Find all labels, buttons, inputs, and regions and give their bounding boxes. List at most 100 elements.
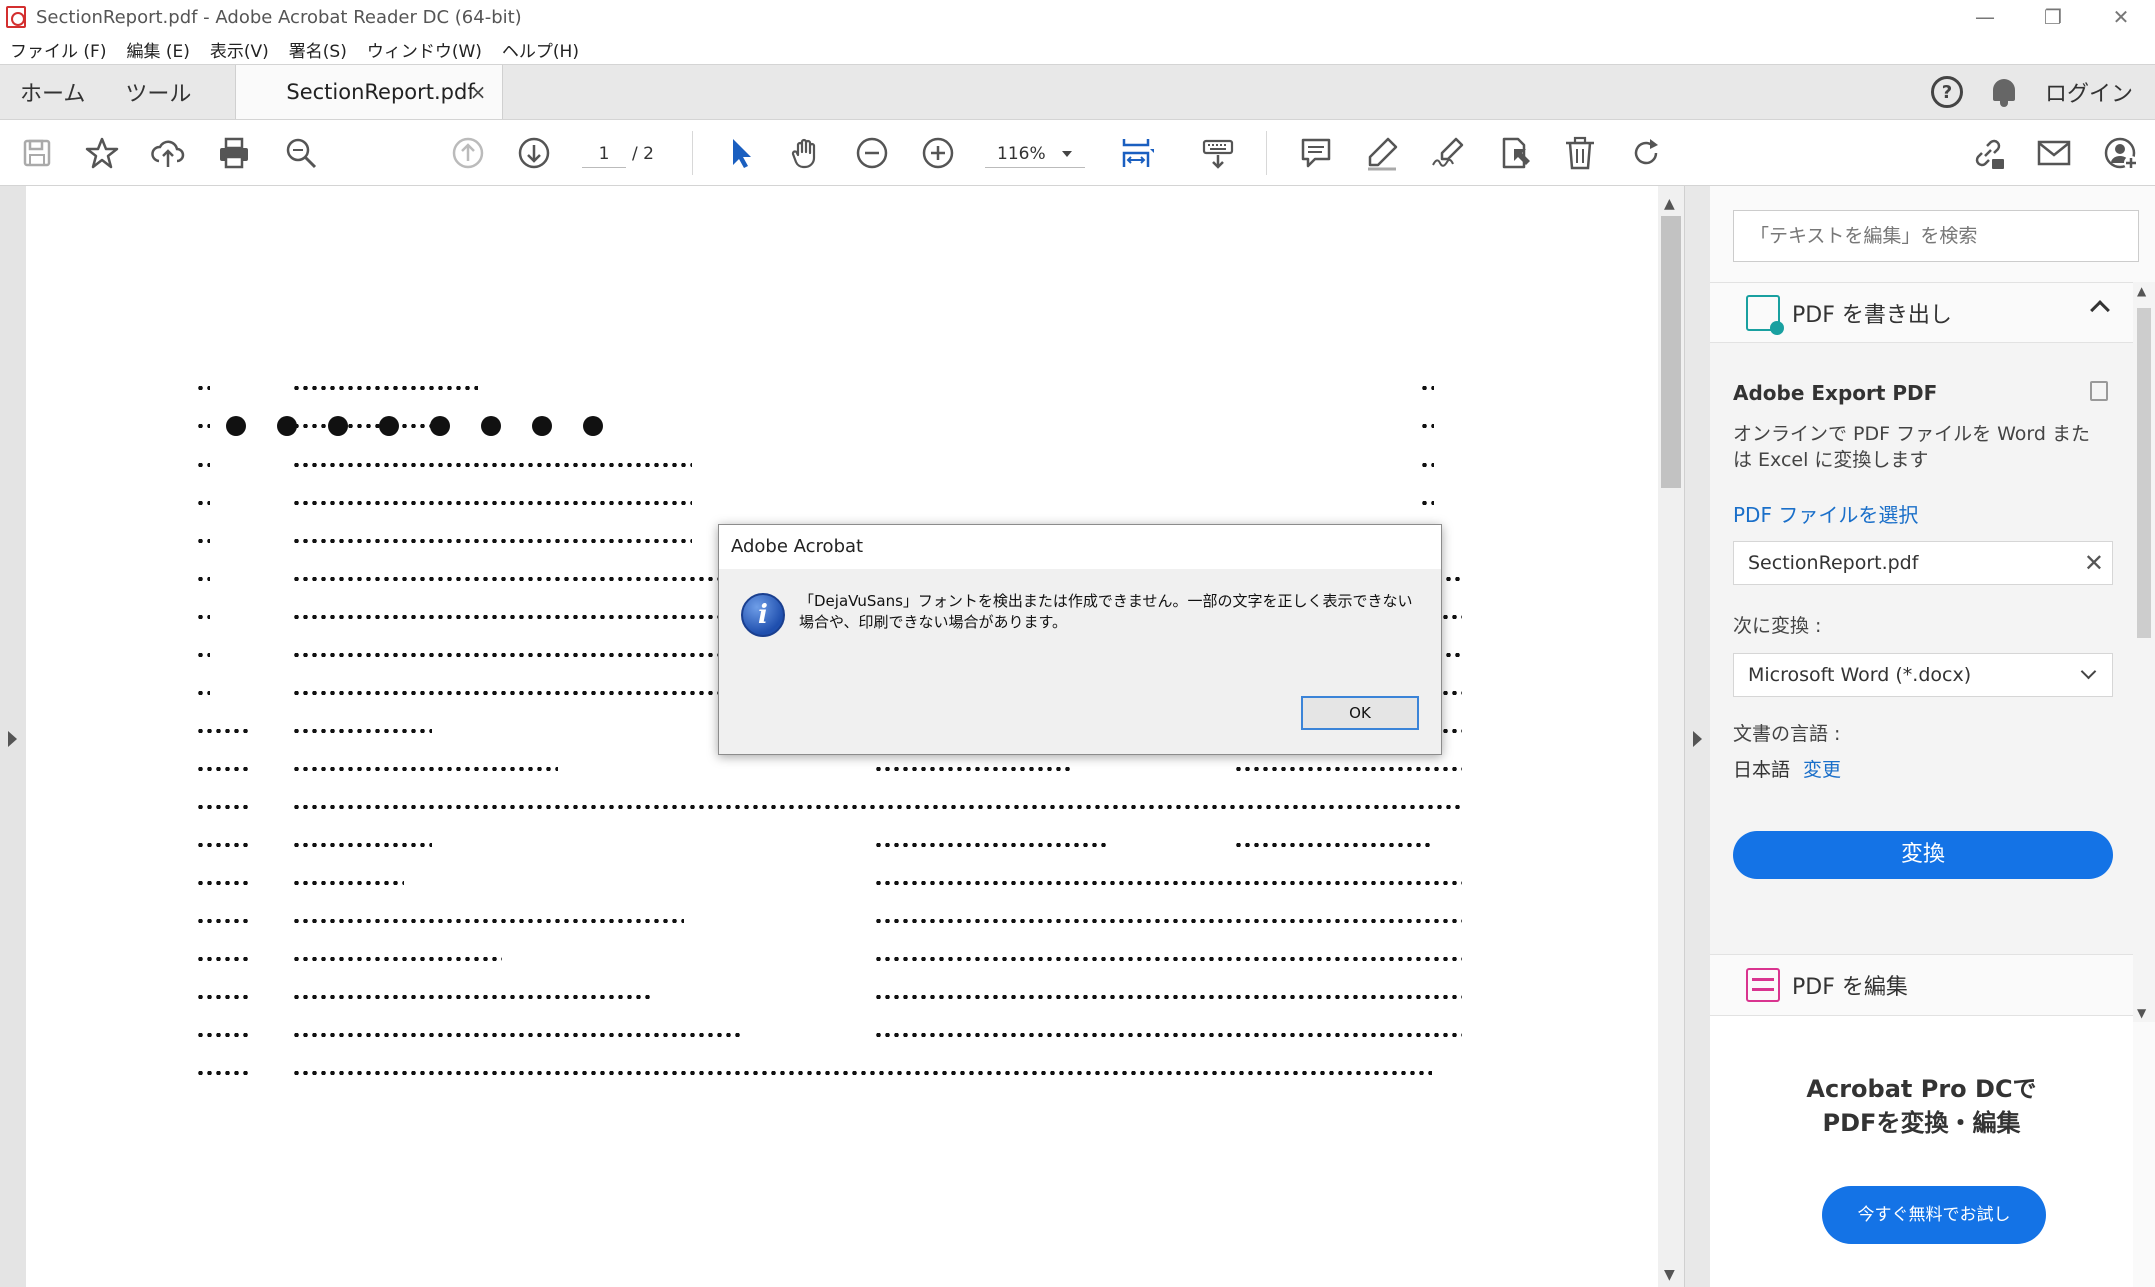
menu-view[interactable]: 表示(V) xyxy=(200,37,279,62)
clear-file-icon[interactable]: ✕ xyxy=(2084,542,2104,584)
search-zoom-icon[interactable] xyxy=(281,133,321,173)
link-icon[interactable] xyxy=(1968,133,2008,173)
change-language-link[interactable]: 変更 xyxy=(1803,755,1841,782)
glyph-dot-row xyxy=(196,386,210,390)
comment-icon[interactable] xyxy=(1296,133,1336,173)
glyph-dot-row xyxy=(292,501,692,505)
convert-button[interactable]: 変換 xyxy=(1733,831,2113,879)
selected-file-field[interactable]: SectionReport.pdf ✕ xyxy=(1733,541,2113,585)
login-link[interactable]: ログイン xyxy=(2045,76,2133,108)
panel-scrollbar-thumb[interactable] xyxy=(2137,308,2151,638)
document-language-label: 文書の言語 : xyxy=(1733,723,1841,745)
glyph-dot-row xyxy=(1234,843,1430,847)
glyph-dot-row xyxy=(196,995,248,999)
document-scrollbar[interactable]: ▲ ▼ xyxy=(1658,186,1684,1287)
left-panel-toggle[interactable] xyxy=(0,186,26,1287)
page-total-label: / 2 xyxy=(632,144,654,164)
glyph-dot-row xyxy=(1420,386,1434,390)
close-window-button[interactable]: ✕ xyxy=(2087,0,2155,34)
glyph-dot-row xyxy=(874,919,1462,923)
glyph-dot-row xyxy=(196,691,210,695)
convert-to-label: 次に変換 : xyxy=(1733,615,1822,637)
help-icon[interactable]: ? xyxy=(1930,76,1963,108)
glyph-dot-row xyxy=(1420,463,1434,467)
add-user-icon[interactable] xyxy=(2100,133,2140,173)
tool-search-input[interactable]: 「テキストを編集」を検索 xyxy=(1733,210,2139,262)
menu-edit[interactable]: 編集 (E) xyxy=(116,37,199,62)
glyph-dot-row xyxy=(1420,501,1434,505)
select-cursor-icon[interactable] xyxy=(720,133,760,173)
star-icon[interactable] xyxy=(82,133,122,173)
right-panel-toggle[interactable] xyxy=(1684,186,1710,1287)
promo-title: Acrobat Pro DCで PDFを変換・編集 xyxy=(1710,1072,2133,1140)
collapse-chevron-icon[interactable] xyxy=(2090,300,2110,320)
mail-icon[interactable] xyxy=(2034,133,2074,173)
upload-icon[interactable] xyxy=(148,133,188,173)
menu-help[interactable]: ヘルプ(H) xyxy=(492,37,589,62)
page-up-icon[interactable] xyxy=(448,133,488,173)
free-trial-button[interactable]: 今すぐ無料でお試し xyxy=(1822,1186,2046,1244)
dialog-title: Adobe Acrobat xyxy=(719,525,1441,569)
panel-scroll-up-icon[interactable]: ▲ xyxy=(2137,284,2146,298)
restore-button[interactable]: ❐ xyxy=(2019,0,2087,34)
export-pdf-section-header[interactable]: PDF を書き出し xyxy=(1710,282,2133,342)
scrollbar-thumb[interactable] xyxy=(1661,216,1681,488)
selected-file-name: SectionReport.pdf xyxy=(1748,552,1919,574)
keyboard-icon[interactable] xyxy=(1198,133,1238,173)
tab-home[interactable]: ホーム xyxy=(0,65,105,119)
scroll-up-icon[interactable]: ▲ xyxy=(1664,196,1675,212)
zoom-dropdown-icon[interactable] xyxy=(1062,151,1072,157)
zoom-in-icon[interactable] xyxy=(918,133,958,173)
stamp-icon[interactable] xyxy=(1494,133,1534,173)
tab-tools[interactable]: ツール xyxy=(105,65,211,119)
document-tab-label: SectionReport.pdf xyxy=(286,80,475,104)
window-title: SectionReport.pdf - Adobe Acrobat Reader… xyxy=(36,6,522,28)
glyph-dot-row xyxy=(292,691,746,695)
glyph-dot-row xyxy=(196,881,248,885)
hand-icon[interactable] xyxy=(786,133,826,173)
fit-page-icon[interactable] xyxy=(1116,133,1156,173)
glyph-dot-row xyxy=(196,1033,248,1037)
menu-window[interactable]: ウィンドウ(W) xyxy=(357,37,492,62)
format-select[interactable]: Microsoft Word (*.docx) xyxy=(1733,653,2113,697)
tab-document[interactable]: SectionReport.pdf × xyxy=(235,65,504,119)
notification-bell-icon[interactable] xyxy=(1991,77,2017,107)
page-number-input[interactable]: 1 xyxy=(582,140,626,168)
menu-file[interactable]: ファイル (F) xyxy=(0,37,116,62)
glyph-dot-row xyxy=(292,805,1462,809)
collapse-right-panel-icon[interactable] xyxy=(1693,731,1702,747)
ok-button[interactable]: OK xyxy=(1301,696,1419,730)
save-icon[interactable] xyxy=(17,133,57,173)
delete-icon[interactable] xyxy=(1560,133,1600,173)
close-tab-icon[interactable]: × xyxy=(470,80,487,104)
glyph-dot-row xyxy=(196,615,210,619)
scroll-down-icon[interactable]: ▼ xyxy=(1664,1267,1675,1283)
glyph-dot-row xyxy=(874,957,1462,961)
tab-bar-actions: ? ログイン xyxy=(1930,65,2155,119)
glyph-dot-row xyxy=(196,501,210,505)
glyph-dot-row xyxy=(196,1071,248,1075)
glyph-dot-row xyxy=(196,843,248,847)
right-panel-scrollbar[interactable]: ▲ ▼ xyxy=(2133,282,2155,1022)
glyph-dot-row xyxy=(196,729,248,733)
highlight-icon[interactable] xyxy=(1362,133,1402,173)
acrobat-app-icon xyxy=(6,6,26,28)
edit-pdf-title: PDF を編集 xyxy=(1792,975,1908,1000)
menu-sign[interactable]: 署名(S) xyxy=(279,37,357,62)
glyph-dot-row xyxy=(292,1071,1432,1075)
minimize-button[interactable]: — xyxy=(1951,0,2019,34)
print-icon[interactable] xyxy=(214,133,254,173)
rotate-icon[interactable] xyxy=(1626,133,1666,173)
acrobat-pro-promo: Acrobat Pro DCで PDFを変換・編集 今すぐ無料でお試し xyxy=(1710,1016,2133,1287)
edit-pdf-section-header[interactable]: PDF を編集 xyxy=(1710,954,2133,1016)
glyph-dot-row xyxy=(196,539,210,543)
glyph-dot-row xyxy=(292,919,684,923)
zoom-out-icon[interactable] xyxy=(852,133,892,173)
copy-icon[interactable] xyxy=(2090,381,2108,401)
glyph-dot-row xyxy=(196,653,210,657)
panel-scroll-down-icon[interactable]: ▼ xyxy=(2137,1006,2146,1020)
select-pdf-file-link[interactable]: PDF ファイルを選択 xyxy=(1733,499,1918,528)
page-down-icon[interactable] xyxy=(514,133,554,173)
expand-left-panel-icon[interactable] xyxy=(8,731,17,747)
sign-icon[interactable] xyxy=(1428,133,1468,173)
